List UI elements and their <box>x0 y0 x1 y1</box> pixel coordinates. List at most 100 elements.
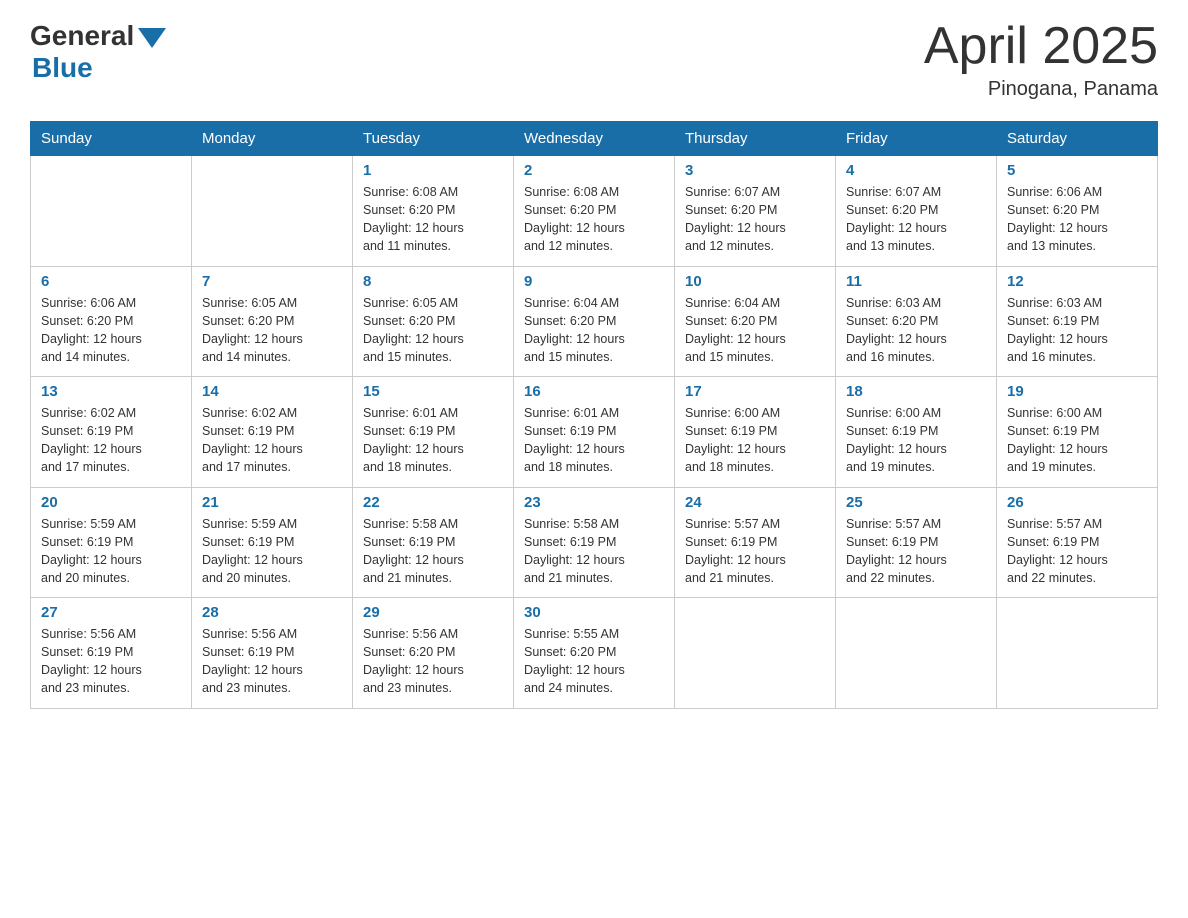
calendar-cell: 8 Sunrise: 6:05 AM Sunset: 6:20 PM Daylig… <box>353 266 514 377</box>
calendar-cell: 30 Sunrise: 5:55 AM Sunset: 6:20 PM Dayli… <box>514 598 675 709</box>
calendar-cell: 19Sunrise: 6:00 AM Sunset: 6:19 PM Dayli… <box>997 377 1158 488</box>
header-sunday: Sunday <box>31 122 192 156</box>
day-info: Sunrise: 5:55 AM Sunset: 6:20 PM Dayligh… <box>524 625 664 698</box>
day-info: Sunrise: 6:04 AM Sunset: 6:20 PM Dayligh… <box>685 294 825 367</box>
logo: General Blue <box>30 20 166 84</box>
calendar-cell: 9 Sunrise: 6:04 AM Sunset: 6:20 PM Daylig… <box>514 266 675 377</box>
calendar-cell <box>31 156 192 267</box>
day-info: Sunrise: 5:58 AM Sunset: 6:19 PM Dayligh… <box>524 515 664 588</box>
month-title: April 2025 <box>924 20 1158 72</box>
day-number: 28 <box>202 604 342 621</box>
day-info: Sunrise: 6:00 AM Sunset: 6:19 PM Dayligh… <box>846 404 986 477</box>
day-info: Sunrise: 5:57 AM Sunset: 6:19 PM Dayligh… <box>846 515 986 588</box>
day-info: Sunrise: 6:05 AM Sunset: 6:20 PM Dayligh… <box>363 294 503 367</box>
header-thursday: Thursday <box>675 122 836 156</box>
calendar-cell: 4 Sunrise: 6:07 AM Sunset: 6:20 PM Daylig… <box>836 156 997 267</box>
day-info: Sunrise: 6:07 AM Sunset: 6:20 PM Dayligh… <box>846 183 986 256</box>
day-number: 18 <box>846 383 986 400</box>
logo-triangle-icon <box>138 28 166 48</box>
day-number: 25 <box>846 494 986 511</box>
calendar-week-1: 1 Sunrise: 6:08 AM Sunset: 6:20 PM Daylig… <box>31 156 1158 267</box>
day-number: 29 <box>363 604 503 621</box>
logo-blue-text: Blue <box>32 52 93 84</box>
day-number: 16 <box>524 383 664 400</box>
header-monday: Monday <box>192 122 353 156</box>
day-info: Sunrise: 6:08 AM Sunset: 6:20 PM Dayligh… <box>524 183 664 256</box>
day-info: Sunrise: 6:08 AM Sunset: 6:20 PM Dayligh… <box>363 183 503 256</box>
day-info: Sunrise: 6:00 AM Sunset: 6:19 PM Dayligh… <box>685 404 825 477</box>
calendar-week-4: 20 Sunrise: 5:59 AM Sunset: 6:19 PM Dayli… <box>31 487 1158 598</box>
page-header: General Blue April 2025 Pinogana, Panama <box>30 20 1158 101</box>
header-tuesday: Tuesday <box>353 122 514 156</box>
location: Pinogana, Panama <box>924 78 1158 101</box>
calendar-cell: 11Sunrise: 6:03 AM Sunset: 6:20 PM Dayli… <box>836 266 997 377</box>
header-saturday: Saturday <box>997 122 1158 156</box>
calendar-cell: 13 Sunrise: 6:02 AM Sunset: 6:19 PM Dayli… <box>31 377 192 488</box>
day-number: 5 <box>1007 162 1147 179</box>
day-number: 15 <box>363 383 503 400</box>
day-info: Sunrise: 5:59 AM Sunset: 6:19 PM Dayligh… <box>41 515 181 588</box>
calendar-cell: 28 Sunrise: 5:56 AM Sunset: 6:19 PM Dayli… <box>192 598 353 709</box>
calendar-cell: 12Sunrise: 6:03 AM Sunset: 6:19 PM Dayli… <box>997 266 1158 377</box>
day-info: Sunrise: 6:00 AM Sunset: 6:19 PM Dayligh… <box>1007 404 1147 477</box>
calendar-week-5: 27Sunrise: 5:56 AM Sunset: 6:19 PM Dayli… <box>31 598 1158 709</box>
calendar-cell: 7Sunrise: 6:05 AM Sunset: 6:20 PM Daylig… <box>192 266 353 377</box>
day-info: Sunrise: 6:01 AM Sunset: 6:19 PM Dayligh… <box>524 404 664 477</box>
day-number: 24 <box>685 494 825 511</box>
calendar-cell: 24Sunrise: 5:57 AM Sunset: 6:19 PM Dayli… <box>675 487 836 598</box>
day-info: Sunrise: 6:06 AM Sunset: 6:20 PM Dayligh… <box>41 294 181 367</box>
day-number: 9 <box>524 273 664 290</box>
day-info: Sunrise: 6:06 AM Sunset: 6:20 PM Dayligh… <box>1007 183 1147 256</box>
calendar-week-2: 6 Sunrise: 6:06 AM Sunset: 6:20 PM Daylig… <box>31 266 1158 377</box>
header-wednesday: Wednesday <box>514 122 675 156</box>
calendar-cell: 15 Sunrise: 6:01 AM Sunset: 6:19 PM Dayli… <box>353 377 514 488</box>
day-info: Sunrise: 6:05 AM Sunset: 6:20 PM Dayligh… <box>202 294 342 367</box>
day-number: 1 <box>363 162 503 179</box>
calendar-cell: 3Sunrise: 6:07 AM Sunset: 6:20 PM Daylig… <box>675 156 836 267</box>
day-info: Sunrise: 6:03 AM Sunset: 6:20 PM Dayligh… <box>846 294 986 367</box>
calendar-cell <box>997 598 1158 709</box>
calendar-cell: 2Sunrise: 6:08 AM Sunset: 6:20 PM Daylig… <box>514 156 675 267</box>
calendar-cell: 17 Sunrise: 6:00 AM Sunset: 6:19 PM Dayli… <box>675 377 836 488</box>
calendar-cell: 6 Sunrise: 6:06 AM Sunset: 6:20 PM Daylig… <box>31 266 192 377</box>
header-friday: Friday <box>836 122 997 156</box>
day-info: Sunrise: 5:56 AM Sunset: 6:20 PM Dayligh… <box>363 625 503 698</box>
calendar-cell: 1 Sunrise: 6:08 AM Sunset: 6:20 PM Daylig… <box>353 156 514 267</box>
day-number: 4 <box>846 162 986 179</box>
day-number: 30 <box>524 604 664 621</box>
calendar-cell: 18 Sunrise: 6:00 AM Sunset: 6:19 PM Dayli… <box>836 377 997 488</box>
logo-general-text: General <box>30 20 134 52</box>
day-number: 13 <box>41 383 181 400</box>
calendar-cell <box>675 598 836 709</box>
day-info: Sunrise: 5:56 AM Sunset: 6:19 PM Dayligh… <box>41 625 181 698</box>
day-info: Sunrise: 6:04 AM Sunset: 6:20 PM Dayligh… <box>524 294 664 367</box>
calendar-cell: 14 Sunrise: 6:02 AM Sunset: 6:19 PM Dayli… <box>192 377 353 488</box>
day-number: 26 <box>1007 494 1147 511</box>
day-number: 20 <box>41 494 181 511</box>
day-number: 6 <box>41 273 181 290</box>
calendar-cell: 21 Sunrise: 5:59 AM Sunset: 6:19 PM Dayli… <box>192 487 353 598</box>
calendar-cell: 5 Sunrise: 6:06 AM Sunset: 6:20 PM Daylig… <box>997 156 1158 267</box>
day-info: Sunrise: 5:56 AM Sunset: 6:19 PM Dayligh… <box>202 625 342 698</box>
day-number: 21 <box>202 494 342 511</box>
calendar-cell: 23 Sunrise: 5:58 AM Sunset: 6:19 PM Dayli… <box>514 487 675 598</box>
day-info: Sunrise: 5:59 AM Sunset: 6:19 PM Dayligh… <box>202 515 342 588</box>
calendar-cell: 27Sunrise: 5:56 AM Sunset: 6:19 PM Dayli… <box>31 598 192 709</box>
calendar-cell <box>836 598 997 709</box>
day-info: Sunrise: 6:03 AM Sunset: 6:19 PM Dayligh… <box>1007 294 1147 367</box>
calendar-cell: 20 Sunrise: 5:59 AM Sunset: 6:19 PM Dayli… <box>31 487 192 598</box>
day-number: 8 <box>363 273 503 290</box>
calendar-table: SundayMondayTuesdayWednesdayThursdayFrid… <box>30 121 1158 709</box>
calendar-cell: 26Sunrise: 5:57 AM Sunset: 6:19 PM Dayli… <box>997 487 1158 598</box>
day-info: Sunrise: 6:02 AM Sunset: 6:19 PM Dayligh… <box>202 404 342 477</box>
calendar-cell: 29 Sunrise: 5:56 AM Sunset: 6:20 PM Dayli… <box>353 598 514 709</box>
day-info: Sunrise: 6:02 AM Sunset: 6:19 PM Dayligh… <box>41 404 181 477</box>
day-info: Sunrise: 6:01 AM Sunset: 6:19 PM Dayligh… <box>363 404 503 477</box>
calendar-cell: 22Sunrise: 5:58 AM Sunset: 6:19 PM Dayli… <box>353 487 514 598</box>
day-number: 23 <box>524 494 664 511</box>
day-number: 17 <box>685 383 825 400</box>
calendar-cell <box>192 156 353 267</box>
title-section: April 2025 Pinogana, Panama <box>924 20 1158 101</box>
calendar-cell: 25 Sunrise: 5:57 AM Sunset: 6:19 PM Dayli… <box>836 487 997 598</box>
day-number: 14 <box>202 383 342 400</box>
